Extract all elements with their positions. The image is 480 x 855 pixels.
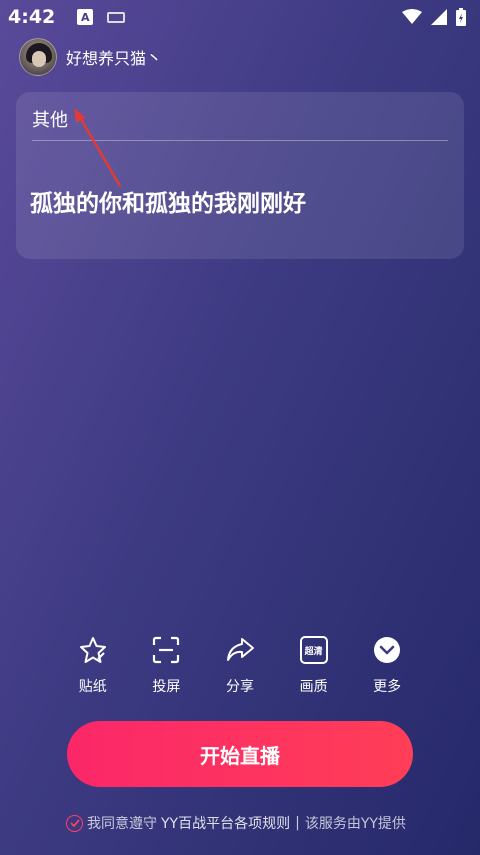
agreement-separator: | <box>295 815 300 831</box>
category-label: 其他 <box>32 110 68 131</box>
status-time: 4:42 <box>8 6 56 28</box>
user-name: 好想养只猫丶 <box>66 49 163 68</box>
wifi-icon <box>402 9 422 24</box>
tool-label: 投屏 <box>152 679 181 695</box>
agreement-rules-link[interactable]: YY百战平台各项规则 <box>161 813 290 833</box>
tool-screen-cast[interactable]: 投屏 <box>130 634 204 696</box>
tool-label: 画质 <box>299 679 328 695</box>
tool-label: 分享 <box>225 679 254 695</box>
check-icon <box>69 819 80 827</box>
agreement-row: 我同意遵守 YY百战平台各项规则 | 该服务由YY提供 <box>66 813 406 833</box>
user-info[interactable]: 好想养只猫丶 <box>19 38 162 76</box>
share-icon <box>224 634 256 666</box>
status-bar: 4:42 A <box>0 0 480 34</box>
tool-label: 贴纸 <box>78 679 107 695</box>
app-notification-icon: A <box>77 9 94 25</box>
quality-icon: 超清 <box>298 634 330 666</box>
tool-more[interactable]: 更多 <box>350 634 424 696</box>
annotation-arrow-icon <box>74 108 122 187</box>
start-live-button[interactable]: 开始直播 <box>67 721 413 787</box>
tool-quality[interactable]: 超清 画质 <box>277 634 351 696</box>
signal-icon <box>431 9 447 25</box>
quality-badge: 超清 <box>304 646 323 657</box>
agreement-suffix: 该服务由YY提供 <box>304 816 406 832</box>
tool-share[interactable]: 分享 <box>203 634 277 696</box>
sticker-icon <box>77 634 109 666</box>
tool-label: 更多 <box>373 679 402 695</box>
tool-sticker[interactable]: 贴纸 <box>56 634 130 696</box>
live-title-input[interactable]: 孤独的你和孤独的我刚刚好 <box>30 184 306 218</box>
status-right-icons <box>402 8 466 26</box>
start-live-label: 开始直播 <box>200 743 280 768</box>
tools-row: 贴纸 投屏 分享 超清 画质 更多 <box>56 634 424 696</box>
avatar[interactable] <box>19 38 57 76</box>
agreement-prefix: 我同意遵守 <box>87 816 157 832</box>
battery-icon <box>456 8 466 26</box>
more-icon <box>371 634 403 666</box>
keyboard-icon <box>107 11 126 23</box>
agreement-checkbox[interactable] <box>66 814 83 832</box>
screen-cast-icon <box>150 634 182 666</box>
